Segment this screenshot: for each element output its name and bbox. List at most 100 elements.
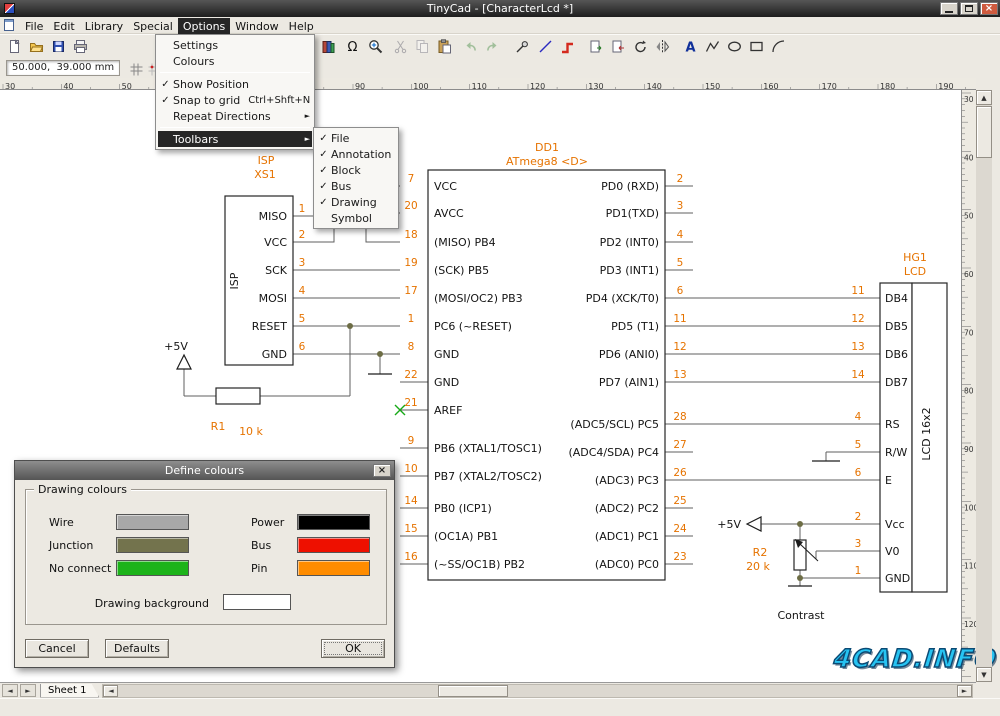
menu-item-colours[interactable]: Colours — [158, 53, 312, 69]
menu-bar: FileEditLibrarySpecialOptionsWindowHelp — [0, 17, 1000, 34]
mcu-pin-label: PD6 (ANI0) — [599, 348, 659, 361]
print-button[interactable] — [70, 37, 90, 56]
horizontal-scroll-thumb[interactable] — [438, 685, 508, 697]
drawing-background-swatch[interactable] — [223, 594, 291, 610]
menu-item-label: Snap to grid — [173, 94, 240, 107]
block-export-button[interactable] — [608, 37, 628, 56]
close-button[interactable]: × — [980, 2, 998, 15]
cancel-button[interactable]: Cancel — [25, 639, 89, 658]
menu-special[interactable]: Special — [128, 18, 178, 35]
menu-help[interactable]: Help — [284, 18, 319, 35]
arc-button[interactable] — [768, 37, 788, 56]
rectangle-button[interactable] — [746, 37, 766, 56]
next-sheet-button[interactable]: ► — [20, 684, 36, 697]
mcu-pin-number: 11 — [673, 313, 686, 325]
grid-button[interactable] — [126, 60, 146, 79]
new-file-button[interactable] — [4, 37, 24, 56]
menu-item-annotation[interactable]: ✓Annotation — [316, 146, 396, 162]
sheet-bar: ◄ ► Sheet 1 ◄ ► — [0, 682, 976, 698]
undo-button[interactable] — [460, 37, 480, 56]
text-button[interactable]: A — [680, 37, 700, 56]
svg-text:70: 70 — [964, 328, 974, 337]
save-button[interactable] — [48, 37, 68, 56]
library-button[interactable] — [318, 37, 338, 56]
menu-options[interactable]: Options — [178, 18, 230, 35]
menu-item-show-position[interactable]: ✓Show Position — [158, 76, 312, 92]
mcu-pin-number: 16 — [404, 551, 418, 563]
copy-button[interactable] — [412, 37, 432, 56]
block-mirror-button[interactable] — [652, 37, 672, 56]
redo-button[interactable] — [482, 37, 502, 56]
junction-colour-swatch[interactable] — [116, 537, 189, 553]
block-rotate-button[interactable] — [630, 37, 650, 56]
svg-text:120: 120 — [964, 620, 976, 629]
mcu-pin-number: 22 — [404, 369, 417, 381]
vertical-scroll-thumb[interactable] — [976, 106, 992, 158]
mcu-pin-number: 2 — [677, 173, 684, 185]
vertical-scrollbar[interactable]: ▲ ▼ — [976, 90, 992, 682]
menu-item-settings[interactable]: Settings — [158, 37, 312, 53]
bus-button[interactable] — [557, 37, 577, 56]
power-colour-swatch[interactable] — [297, 514, 370, 530]
mcu-pin-label: GND — [434, 376, 459, 389]
group-label: Drawing colours — [34, 483, 131, 496]
menu-item-file[interactable]: ✓File — [316, 130, 396, 146]
no-connect-colour-swatch[interactable] — [116, 560, 189, 576]
scroll-right-button[interactable]: ► — [957, 685, 972, 697]
isp-body-label: ISP — [228, 272, 241, 289]
menu-item-label: Settings — [173, 39, 294, 52]
block-import-button[interactable] — [586, 37, 606, 56]
menu-item-toolbars[interactable]: Toolbars► — [158, 131, 312, 147]
mcu-pin-number: 20 — [404, 200, 417, 212]
mcu-pin-label: (ADC4/SDA) PC4 — [568, 446, 659, 459]
maximize-button[interactable] — [960, 2, 978, 15]
ok-button[interactable]: OK — [321, 639, 385, 658]
scroll-up-button[interactable]: ▲ — [976, 90, 992, 105]
lcd-pin-label: V0 — [885, 545, 900, 558]
svg-text:60: 60 — [964, 270, 974, 279]
menu-library[interactable]: Library — [80, 18, 128, 35]
scroll-left-button[interactable]: ◄ — [103, 685, 118, 697]
horizontal-ruler: 3040506070809010011012013014015016017018… — [0, 78, 976, 90]
menu-edit[interactable]: Edit — [48, 18, 79, 35]
menu-item-symbol[interactable]: Symbol — [316, 210, 396, 226]
omega-button[interactable]: Ω — [342, 37, 362, 56]
mcu-pin-number: 10 — [404, 463, 417, 475]
open-folder-button[interactable] — [26, 37, 46, 56]
menu-window[interactable]: Window — [230, 18, 283, 35]
lcd-pin-number: 5 — [855, 439, 862, 451]
menu-item-repeat-directions[interactable]: Repeat Directions► — [158, 108, 312, 124]
lcd-pin-number: 14 — [851, 369, 865, 381]
polygon-button[interactable] — [702, 37, 722, 56]
menu-item-snap-to-grid[interactable]: ✓Snap to gridCtrl+Shft+N — [158, 92, 312, 108]
isp-pin-label: MOSI — [259, 292, 287, 305]
zoom-in-button[interactable] — [365, 37, 385, 56]
defaults-button[interactable]: Defaults — [105, 639, 169, 658]
bus-colour-swatch[interactable] — [297, 537, 370, 553]
menu-item-drawing[interactable]: ✓Drawing — [316, 194, 396, 210]
wire-button[interactable] — [535, 37, 555, 56]
sheet-tab[interactable]: Sheet 1 — [40, 684, 99, 698]
menu-file[interactable]: File — [20, 18, 48, 35]
checkmark-icon: ✓ — [316, 181, 331, 192]
menu-item-bus[interactable]: ✓Bus — [316, 178, 396, 194]
pin-button[interactable] — [512, 37, 532, 56]
paste-button[interactable] — [434, 37, 454, 56]
previous-sheet-button[interactable]: ◄ — [2, 684, 18, 697]
tinycad-window: TinyCad - [CharacterLcd *] × FileEditLib… — [0, 0, 1000, 716]
resistor-r1-body[interactable] — [216, 388, 260, 404]
minimize-button[interactable] — [940, 2, 958, 15]
mcu-pin-number: 26 — [673, 467, 687, 479]
mcu-pin-label: PD0 (RXD) — [601, 180, 659, 193]
menu-item-block[interactable]: ✓Block — [316, 162, 396, 178]
horizontal-scrollbar[interactable]: ◄ ► — [102, 684, 973, 698]
mcu-pin-number: 9 — [408, 435, 415, 447]
mcu-body[interactable] — [428, 170, 665, 580]
cut-button[interactable] — [390, 37, 410, 56]
ellipse-button[interactable] — [724, 37, 744, 56]
pin-colour-swatch[interactable] — [297, 560, 370, 576]
mcu-pin-number: 23 — [673, 551, 686, 563]
dialog-close-button[interactable]: × — [373, 464, 391, 477]
wire-colour-swatch[interactable] — [116, 514, 189, 530]
scroll-down-button[interactable]: ▼ — [976, 667, 992, 682]
